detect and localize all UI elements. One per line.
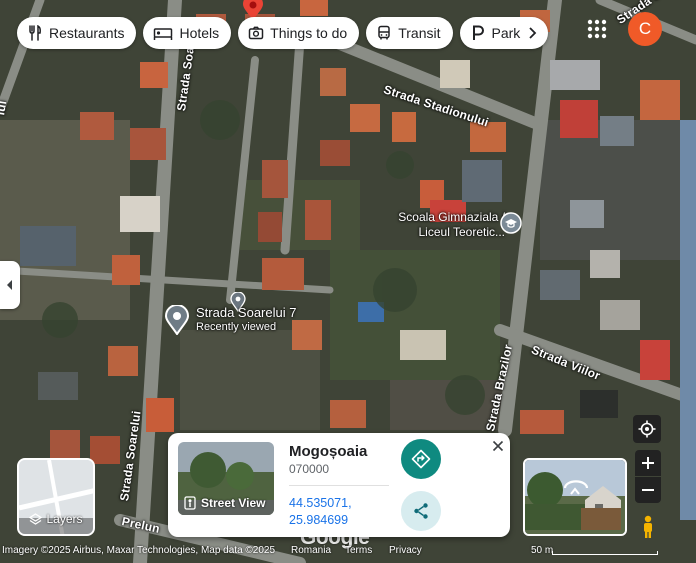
directions-button[interactable] xyxy=(401,439,441,479)
google-apps-button[interactable] xyxy=(584,16,610,42)
close-card-button[interactable] xyxy=(489,437,507,455)
street-view-preview-photo xyxy=(525,460,625,534)
street-view-thumbnail[interactable]: Street View xyxy=(178,442,274,515)
place-name: Mogoșoaia xyxy=(289,443,368,460)
street-view-label: Street View xyxy=(201,496,266,510)
chip-label: Hotels xyxy=(179,25,220,41)
place-info-card[interactable]: Street View Mogoșoaia 070000 44.535071, … xyxy=(168,433,510,537)
pegman-button[interactable] xyxy=(635,514,661,540)
account-avatar[interactable]: C xyxy=(628,12,662,46)
zoom-out-button[interactable] xyxy=(635,477,661,503)
poi-school-label[interactable]: Scoala Gimnaziala / Liceul Teoretic... xyxy=(379,210,505,240)
chip-transit[interactable]: Transit xyxy=(366,17,453,49)
imagery-credit: Imagery ©2025 Airbus, Maxar Technologies… xyxy=(2,545,276,556)
chips-scroll-right-button[interactable] xyxy=(519,17,545,49)
camera-icon xyxy=(248,25,264,41)
place-postal-code: 070000 xyxy=(289,462,330,476)
scale-label[interactable]: 50 m xyxy=(531,545,553,556)
chevron-right-icon xyxy=(528,27,536,39)
my-location-button[interactable] xyxy=(633,415,661,443)
apps-grid-icon xyxy=(587,19,607,39)
place-latitude: 44.535071, xyxy=(289,496,352,510)
pegman-icon xyxy=(644,515,652,538)
place-longitude: 25.984699 xyxy=(289,513,349,527)
parking-icon xyxy=(470,25,486,41)
bed-icon xyxy=(153,25,173,41)
collapse-side-panel-button[interactable] xyxy=(0,261,20,309)
place-coordinates[interactable]: 44.535071, 25.984699 xyxy=(289,495,352,529)
zoom-in-button[interactable] xyxy=(635,450,661,476)
chip-label: Park xyxy=(491,25,521,41)
fork-knife-icon xyxy=(27,25,43,41)
chip-things-to-do[interactable]: Things to do xyxy=(238,17,360,49)
poi-saved-place[interactable]: Strada Soarelui 7 Recently viewed xyxy=(196,305,296,335)
share-icon xyxy=(414,503,428,519)
caret-left-icon xyxy=(7,280,12,290)
layers-icon xyxy=(29,512,43,525)
privacy-link[interactable]: Privacy xyxy=(389,545,422,556)
close-icon xyxy=(492,440,504,452)
chip-restaurants[interactable]: Restaurants xyxy=(17,17,137,49)
street-view-preview[interactable] xyxy=(523,458,627,536)
chip-label: Restaurants xyxy=(49,25,125,41)
chip-label: Things to do xyxy=(270,25,348,41)
terms-link[interactable]: Terms xyxy=(345,545,372,556)
recent-place-pin-icon[interactable] xyxy=(164,305,190,335)
card-divider xyxy=(289,485,389,486)
chip-label: Transit xyxy=(398,25,441,41)
poi-saved-place-title: Strada Soarelui 7 xyxy=(196,305,297,320)
crosshair-icon xyxy=(638,420,656,438)
share-button[interactable] xyxy=(401,491,441,531)
plus-icon xyxy=(642,457,654,469)
layers-label: Layers xyxy=(46,512,83,526)
category-chips: Restaurants Hotels Things to do Transit … xyxy=(17,17,548,49)
directions-icon xyxy=(411,449,431,469)
school-icon[interactable] xyxy=(500,212,522,234)
country-label: Romania xyxy=(291,545,332,556)
chip-hotels[interactable]: Hotels xyxy=(143,17,232,49)
layers-button[interactable]: Layers xyxy=(17,458,95,536)
scale-bar xyxy=(552,551,658,555)
bus-icon xyxy=(376,25,392,41)
street-view-label-wrap: Street View xyxy=(184,496,265,510)
street-view-icon xyxy=(184,496,196,510)
poi-saved-place-subtitle: Recently viewed xyxy=(196,321,277,333)
minus-icon xyxy=(642,489,654,491)
layers-label-wrap: Layers xyxy=(19,512,93,526)
